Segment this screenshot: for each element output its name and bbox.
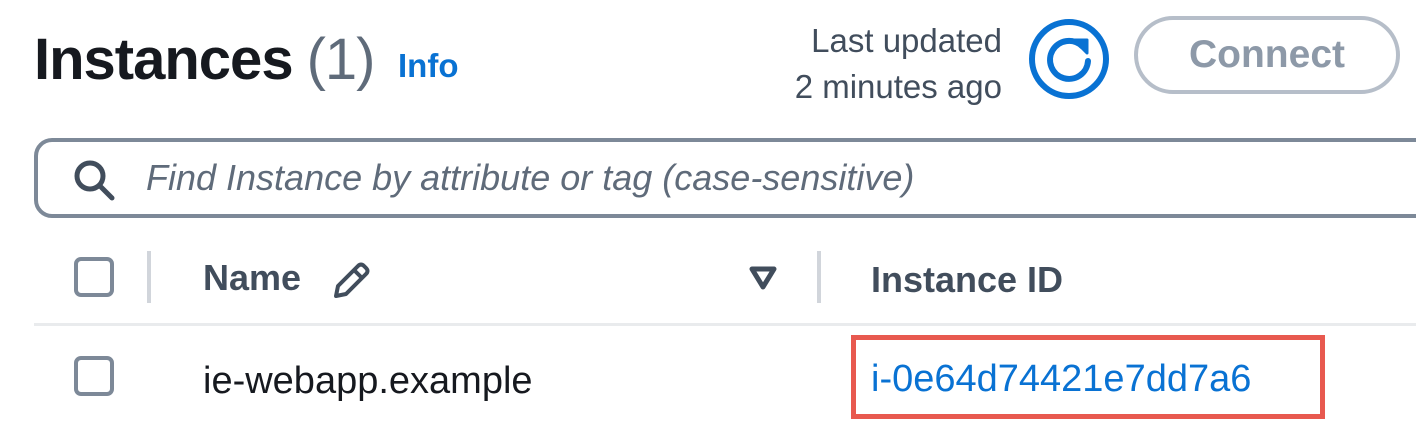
pencil-icon (334, 262, 370, 298)
column-header-name[interactable]: Name (203, 256, 301, 300)
refresh-button[interactable] (1026, 18, 1112, 100)
row-separator (34, 323, 1416, 326)
refresh-icon (1029, 19, 1109, 99)
page-title: Instances (1) (34, 26, 376, 94)
instance-count: (1) (306, 27, 376, 92)
instance-name-cell: ie-webapp.example (203, 360, 533, 402)
column-header-name-label: Name (203, 257, 302, 298)
column-header-instance-id[interactable]: Instance ID (871, 258, 1063, 302)
connect-button[interactable]: Connect (1134, 16, 1400, 94)
search-icon (74, 160, 115, 201)
last-updated-status: Last updated 2 minutes ago (795, 18, 1002, 110)
select-all-checkbox[interactable] (74, 257, 114, 297)
column-divider (147, 251, 151, 303)
page-title-label: Instances (34, 27, 294, 92)
last-updated-label: Last updated (811, 22, 1002, 59)
caret-down-icon[interactable] (748, 264, 778, 292)
search-input[interactable] (146, 148, 1386, 208)
instance-id-link[interactable]: i-0e64d74421e7dd7a6 (871, 356, 1251, 402)
info-link[interactable]: Info (398, 46, 458, 86)
row-checkbox[interactable] (74, 356, 114, 396)
last-updated-time: 2 minutes ago (794, 68, 1002, 105)
search-bar[interactable] (34, 138, 1416, 218)
column-divider (817, 251, 821, 303)
